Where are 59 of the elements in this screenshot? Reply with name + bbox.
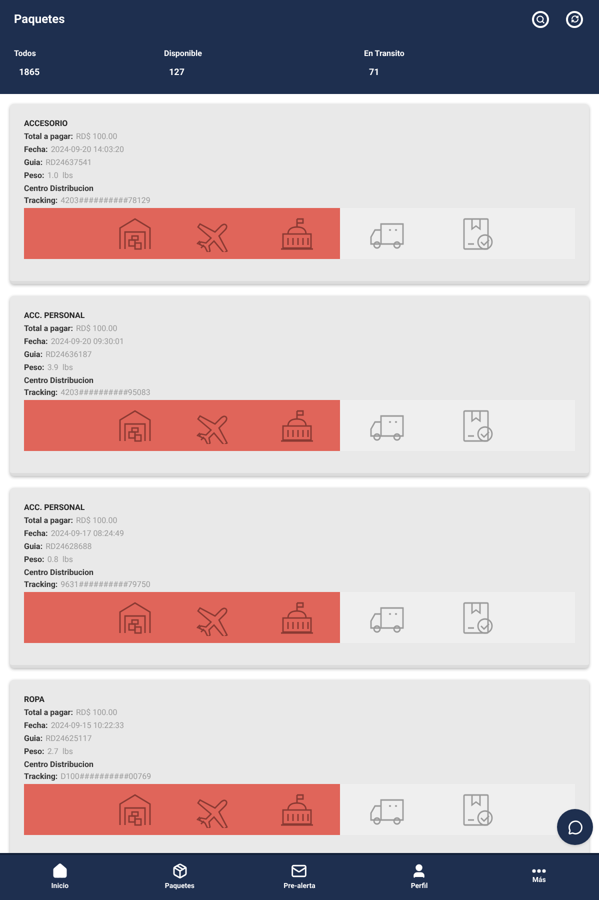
distribution-center: Centro Distribucion (24, 760, 95, 770)
field-label: Guia: (24, 541, 43, 553)
field-label: Total a pagar: (24, 707, 73, 719)
field-value: 2024-09-20 09:30:01 (50, 336, 124, 348)
summary-count: 1865 (19, 67, 40, 80)
distribution-center: Centro Distribucion (24, 376, 95, 386)
summary-label: En Transito (364, 48, 404, 60)
field-label: Peso: (24, 362, 44, 374)
field-value: 1.0 lbs (47, 170, 73, 182)
field-value: 2024-09-15 10:22:33 (50, 720, 124, 732)
field-value: D100##########00769 (60, 771, 152, 783)
field-value: 4203##########78129 (60, 195, 150, 207)
field-label: Fecha: (24, 528, 48, 540)
field-label: Tracking: (24, 387, 58, 399)
field-value: RD24636187 (46, 349, 92, 361)
field-label: Peso: (24, 746, 44, 758)
package-category: ROPA (24, 694, 46, 706)
field-value: 3.9 lbs (47, 362, 73, 374)
field-label: Total a pagar: (24, 323, 73, 335)
field-value: RD$ 100.00 (76, 323, 118, 335)
field-label: Guia: (24, 349, 43, 361)
field-label: Guia: (24, 733, 43, 745)
package-category: ACC. PERSONAL (24, 310, 86, 322)
distribution-center: Centro Distribucion (24, 568, 95, 578)
field-value: RD24637541 (46, 157, 92, 169)
field-value: 9631##########79750 (60, 579, 150, 591)
summary-count: 71 (369, 67, 380, 80)
field-label: Fecha: (24, 720, 48, 732)
field-value: 2.7 lbs (47, 746, 73, 758)
field-value: 2024-09-20 14:03:20 (50, 144, 124, 156)
field-label: Total a pagar: (24, 131, 73, 143)
distribution-center: Centro Distribucion (24, 184, 95, 194)
field-value: RD24628688 (46, 541, 92, 553)
package-category: ACC. PERSONAL (24, 502, 86, 514)
package-category: ACCESORIO (24, 118, 69, 130)
summary-count: 127 (169, 67, 184, 80)
field-label: Tracking: (24, 195, 58, 207)
field-label: Tracking: (24, 771, 58, 783)
package-card[interactable]: ACC. PERSONAL Total a pagar: RD$ 100.00 Fecha: 2024-09-17 08:24:49 Guia: RD24628688 Peso: 0.8 lbs Centro Distribucion Tracking: 9631##########79750 (10, 488, 589, 668)
field-value: 2024-09-17 08:24:49 (50, 528, 124, 540)
field-value: RD$ 100.00 (76, 707, 118, 719)
page-title: Paquetes (14, 11, 66, 28)
field-label: Fecha: (24, 336, 48, 348)
package-card[interactable]: ACC. PERSONAL Total a pagar: RD$ 100.00 Fecha: 2024-09-20 09:30:01 Guia: RD24636187 Peso: 3.9 lbs Centro Distribucion Tracking: 4203##########95083 (10, 296, 589, 476)
field-label: Peso: (24, 170, 44, 182)
summary-label: Disponible (164, 48, 202, 60)
field-value: 0.8 lbs (47, 554, 73, 566)
field-label: Total a pagar: (24, 515, 73, 527)
package-card[interactable]: ACCESORIO Total a pagar: RD$ 100.00 Fecha: 2024-09-20 14:03:20 Guia: RD24637541 Peso: 1.0 lbs Centro Distribucion Tracking: 4203##########78129 (10, 104, 589, 284)
field-label: Tracking: (24, 579, 58, 591)
field-label: Guia: (24, 157, 43, 169)
field-label: Peso: (24, 554, 44, 566)
field-value: 4203##########95083 (60, 387, 150, 399)
package-card[interactable]: ROPA Total a pagar: RD$ 100.00 Fecha: 2024-09-15 10:22:33 Guia: RD24625117 Peso: 2.7 lbs Centro Distribucion Tracking: D100##########00769 (10, 680, 589, 853)
field-value: RD$ 100.00 (76, 515, 118, 527)
summary-label: Todos (14, 48, 36, 60)
field-value: RD$ 100.00 (76, 131, 118, 143)
field-label: Fecha: (24, 144, 48, 156)
field-value: RD24625117 (46, 733, 92, 745)
